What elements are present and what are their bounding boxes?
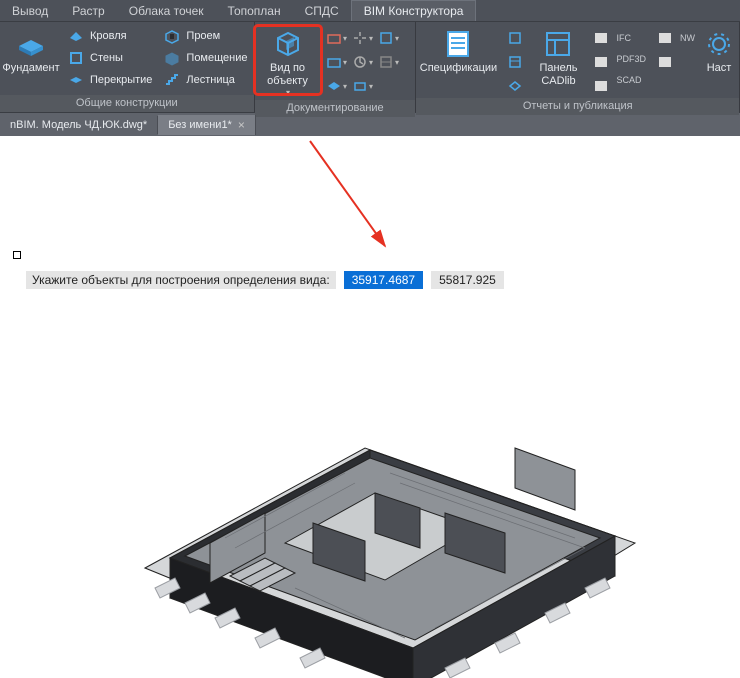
chevron-down-icon: ▾ [286, 88, 290, 97]
mini-btn-6[interactable]: ▾ [377, 52, 401, 72]
export-pdf-button[interactable] [590, 52, 612, 72]
roof-button[interactable]: Кровля [68, 26, 152, 46]
stair-icon [164, 72, 180, 88]
coord-y-input[interactable]: 55817.925 [431, 271, 504, 289]
mini-btn-4[interactable]: ▾ [325, 52, 349, 72]
export-ifc-label: IFC [616, 28, 646, 47]
export-scad-button[interactable] [590, 76, 612, 96]
cadlib-panel-label: Панель CADlib [539, 62, 577, 88]
selection-marker-icon [13, 251, 21, 259]
walls-label: Стены [90, 52, 123, 64]
room-icon [164, 50, 180, 66]
annotation-arrow-icon [300, 136, 420, 286]
specs-icon [442, 28, 474, 60]
export-scad-label: SCAD [616, 70, 646, 89]
doc-tab-2-label: Без имени1* [168, 119, 232, 131]
menu-topoplan[interactable]: Топоплан [216, 1, 293, 21]
mini-report-3[interactable] [504, 76, 526, 96]
settings-label: Наст [707, 62, 732, 75]
export-nw-label: NW [680, 28, 695, 47]
3d-model-view [115, 288, 665, 678]
mini-btn-5[interactable]: ▾ [351, 52, 375, 72]
ribbon-area: Вывод Растр Облака точек Топоплан СПДС B… [0, 0, 740, 136]
opening-label: Проем [186, 30, 220, 42]
menu-spds[interactable]: СПДС [293, 1, 351, 21]
foundation-label: Фундамент [2, 62, 59, 75]
menu-raster[interactable]: Растр [60, 1, 116, 21]
export-nw-button[interactable] [654, 28, 676, 48]
specs-button[interactable]: Спецификации [416, 26, 500, 94]
menu-output[interactable]: Вывод [0, 1, 60, 21]
group-reports-publication: Спецификации Панель CADlib IFC [416, 22, 740, 112]
slab-button[interactable]: Перекрытие [68, 70, 152, 90]
slab-icon [68, 72, 84, 88]
stair-button[interactable]: Лестница [164, 70, 247, 90]
view-by-object-icon [272, 28, 304, 60]
export-labels-2: NW [680, 26, 699, 68]
doc-tab-1-label: nBIM. Модель ЧД.ЮК.dwg* [10, 119, 147, 131]
mini-btn-8[interactable]: ▾ [351, 76, 375, 96]
mini-btn-3[interactable]: ▾ [377, 28, 401, 48]
opening-icon [164, 28, 180, 44]
room-label: Помещение [186, 52, 247, 64]
mini-report-2[interactable] [504, 52, 526, 72]
mini-btn-7[interactable]: ▾ [325, 76, 349, 96]
group3-label: Отчеты и публикация [416, 98, 739, 115]
mini-report-1[interactable] [504, 28, 526, 48]
command-prompt: Укажите объекты для построения определен… [26, 271, 504, 289]
foundation-button[interactable]: Фундамент [0, 26, 62, 94]
mini-btn-2[interactable]: ▾ [351, 28, 375, 48]
coord-x-input[interactable]: 35917.4687 [344, 271, 423, 289]
roof-icon [68, 28, 84, 44]
mini-btn-1[interactable]: ▾ [325, 28, 349, 48]
export-pdf-label: PDF3D [616, 49, 646, 68]
export-extra-button[interactable] [654, 52, 676, 72]
doc-tab-1[interactable]: nBIM. Модель ЧД.ЮК.dwg* [0, 116, 158, 134]
view-by-object-button[interactable]: Вид по объекту▾ [255, 26, 321, 94]
stair-label: Лестница [186, 74, 235, 86]
export-labels: IFC PDF3D SCAD [616, 26, 650, 89]
export-ifc-button[interactable] [590, 28, 612, 48]
group-general-constructions: Фундамент Кровля Стены Перекрытие [0, 22, 255, 112]
menu-bar: Вывод Растр Облака точек Топоплан СПДС B… [0, 0, 740, 22]
ribbon: Фундамент Кровля Стены Перекрытие [0, 22, 740, 112]
canvas-area[interactable]: Укажите объекты для построения определен… [0, 136, 740, 669]
group1-label: Общие конструкции [0, 95, 254, 112]
group-documentation: Вид по объекту▾ ▾ ▾ ▾ ▾ ▾ ▾ ▾ ▾ Документ… [255, 22, 417, 112]
walls-icon [68, 50, 84, 66]
tab-bim-constructor[interactable]: BIM Конструктора [351, 0, 477, 21]
slab-label: Перекрытие [90, 74, 152, 86]
cadlib-panel-icon [542, 28, 574, 60]
group2-label: Документирование [255, 100, 416, 117]
doc-mini-grid: ▾ ▾ ▾ ▾ ▾ ▾ ▾ ▾ [321, 26, 405, 100]
specs-label: Спецификации [420, 62, 497, 75]
room-button[interactable]: Помещение [164, 48, 247, 68]
settings-button[interactable]: Наст [699, 26, 739, 94]
foundation-icon [15, 28, 47, 60]
menu-pointclouds[interactable]: Облака точек [117, 1, 216, 21]
gear-icon [703, 28, 735, 60]
cadlib-panel-button[interactable]: Панель CADlib [530, 26, 586, 94]
close-icon[interactable]: × [238, 118, 245, 132]
opening-button[interactable]: Проем [164, 26, 247, 46]
doc-tab-2[interactable]: Без имени1* × [158, 115, 256, 135]
walls-button[interactable]: Стены [68, 48, 152, 68]
view-by-object-label: Вид по объекту [267, 62, 308, 88]
prompt-text: Укажите объекты для построения определен… [26, 271, 336, 289]
roof-label: Кровля [90, 30, 127, 42]
